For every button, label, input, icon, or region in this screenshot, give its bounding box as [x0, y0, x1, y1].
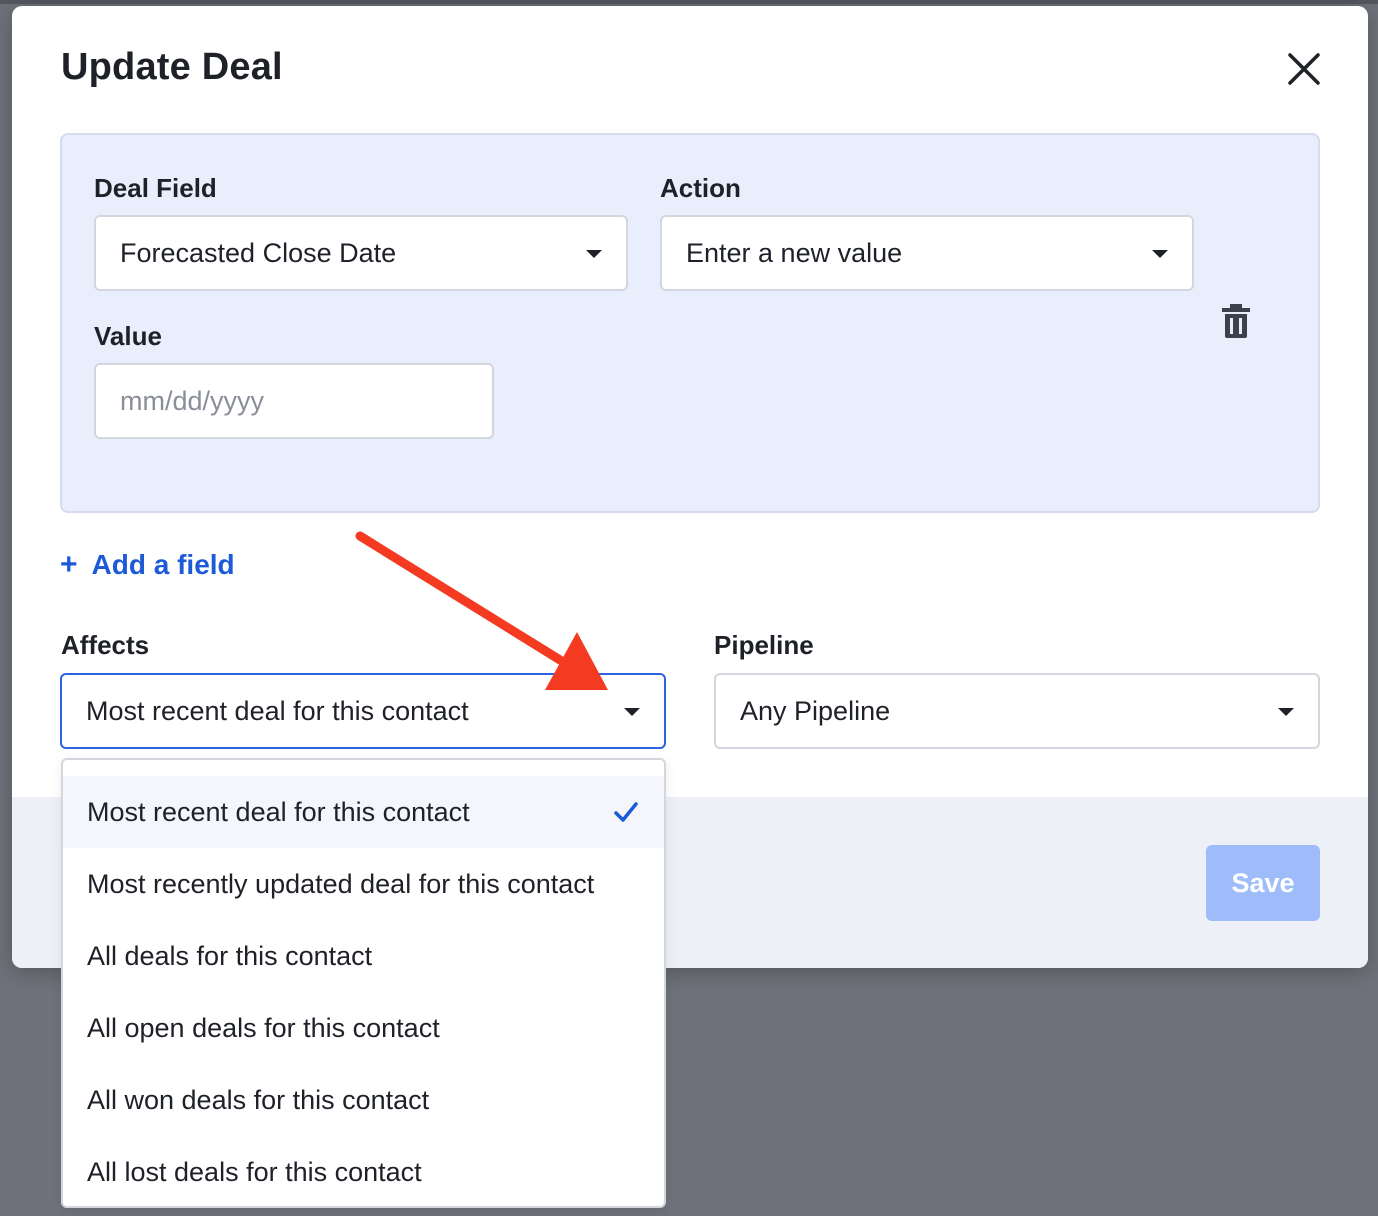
- pipeline-select[interactable]: Any Pipeline: [714, 673, 1320, 749]
- chevron-down-icon: [1152, 250, 1168, 258]
- close-icon[interactable]: [1284, 49, 1324, 89]
- action-select[interactable]: Enter a new value: [660, 215, 1194, 291]
- value-label: Value: [94, 321, 162, 351]
- affects-select[interactable]: Most recent deal for this contact: [60, 673, 666, 749]
- action-value: Enter a new value: [686, 237, 903, 268]
- affects-label: Affects: [61, 630, 150, 660]
- chevron-down-icon: [624, 708, 640, 716]
- affects-value: Most recent deal for this contact: [86, 695, 469, 726]
- affects-dropdown-menu: Most recent deal for this contact Most r…: [61, 758, 666, 1208]
- pipeline-label: Pipeline: [714, 630, 814, 660]
- affects-option-all-lost[interactable]: All lost deals for this contact: [63, 1136, 664, 1206]
- affects-option-all-won[interactable]: All won deals for this contact: [63, 1064, 664, 1136]
- affects-option-all-open[interactable]: All open deals for this contact: [63, 992, 664, 1064]
- checkmark-icon: [612, 798, 640, 826]
- add-field-link[interactable]: + Add a field: [60, 548, 235, 582]
- deal-field-select[interactable]: Forecasted Close Date: [94, 215, 628, 291]
- option-label: All won deals for this contact: [87, 1084, 430, 1115]
- plus-icon: +: [60, 548, 78, 581]
- option-label: All lost deals for this contact: [87, 1156, 422, 1187]
- deal-field-value: Forecasted Close Date: [120, 237, 397, 268]
- chevron-down-icon: [586, 250, 602, 258]
- affects-option-all-deals[interactable]: All deals for this contact: [63, 920, 664, 992]
- option-label: All open deals for this contact: [87, 1012, 440, 1043]
- option-label: Most recent deal for this contact: [87, 796, 470, 827]
- modal-title: Update Deal: [61, 46, 283, 88]
- value-placeholder: mm/dd/yyyy: [120, 385, 265, 416]
- trash-icon[interactable]: [1220, 303, 1252, 339]
- chevron-down-icon: [1278, 708, 1294, 716]
- deal-field-card: Deal Field Forecasted Close Date Action …: [60, 133, 1320, 513]
- save-button[interactable]: Save: [1206, 845, 1320, 921]
- deal-field-label: Deal Field: [94, 173, 217, 203]
- affects-option-most-recent[interactable]: Most recent deal for this contact: [63, 776, 664, 848]
- pipeline-value: Any Pipeline: [740, 695, 891, 726]
- add-field-label: Add a field: [91, 549, 235, 580]
- page-backdrop: [0, 0, 1378, 4]
- action-label: Action: [660, 173, 741, 203]
- value-date-input[interactable]: mm/dd/yyyy: [94, 363, 494, 439]
- affects-option-most-recently-updated[interactable]: Most recently updated deal for this cont…: [63, 848, 664, 920]
- option-label: All deals for this contact: [87, 940, 373, 971]
- option-label: Most recently updated deal for this cont…: [87, 868, 595, 899]
